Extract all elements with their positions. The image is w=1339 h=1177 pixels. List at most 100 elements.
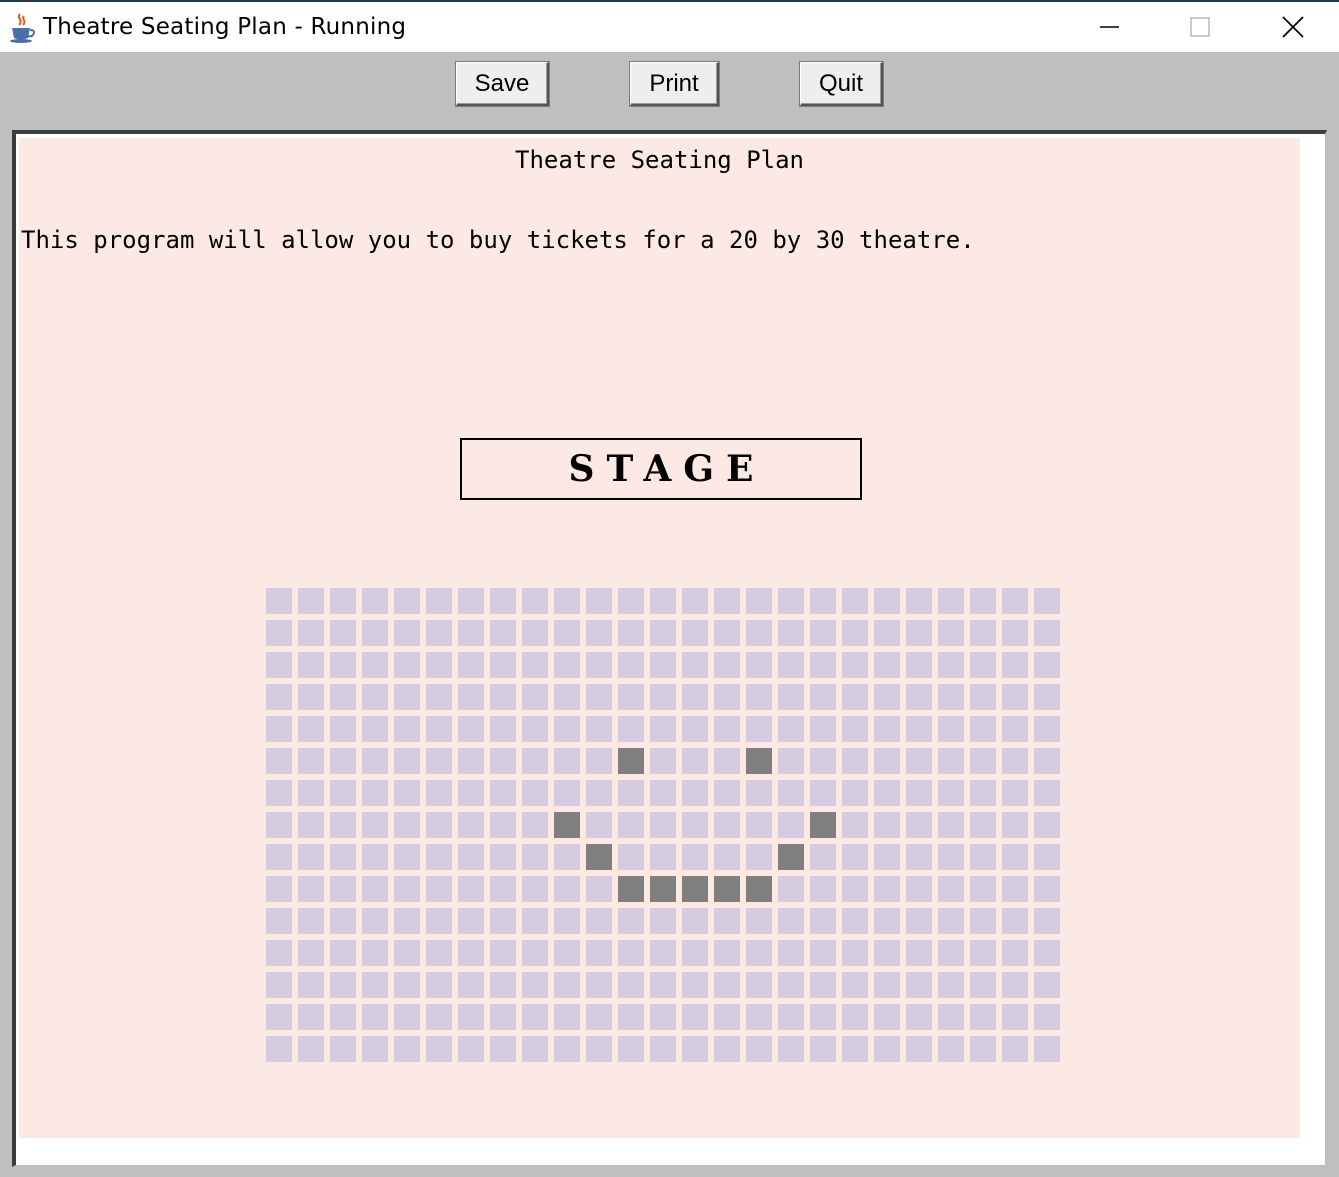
save-button[interactable]: Save [456,62,549,106]
seat-taken[interactable] [650,876,676,902]
seat-available[interactable] [810,716,836,742]
seat-available[interactable] [970,972,996,998]
seat-available[interactable] [746,812,772,838]
seat-available[interactable] [426,652,452,678]
seat-available[interactable] [906,652,932,678]
seat-available[interactable] [810,652,836,678]
seat-available[interactable] [714,812,740,838]
seat-available[interactable] [842,1036,868,1062]
seat-available[interactable] [810,620,836,646]
seat-available[interactable] [394,748,420,774]
seat-available[interactable] [362,780,388,806]
seat-available[interactable] [618,780,644,806]
seat-available[interactable] [394,588,420,614]
seat-taken[interactable] [746,876,772,902]
seat-available[interactable] [394,780,420,806]
seat-available[interactable] [1002,716,1028,742]
seat-available[interactable] [746,908,772,934]
seat-available[interactable] [522,876,548,902]
seat-available[interactable] [298,908,324,934]
seat-available[interactable] [330,812,356,838]
seat-available[interactable] [362,620,388,646]
seat-available[interactable] [810,972,836,998]
seat-available[interactable] [586,620,612,646]
seat-available[interactable] [650,780,676,806]
seat-available[interactable] [330,972,356,998]
seat-available[interactable] [1002,812,1028,838]
seat-available[interactable] [458,620,484,646]
seat-available[interactable] [298,844,324,870]
seat-available[interactable] [682,812,708,838]
seat-available[interactable] [842,876,868,902]
seat-available[interactable] [842,1004,868,1030]
seat-available[interactable] [458,716,484,742]
seat-available[interactable] [970,684,996,710]
seat-available[interactable] [298,748,324,774]
seat-available[interactable] [970,748,996,774]
seat-available[interactable] [266,652,292,678]
seat-available[interactable] [298,780,324,806]
seat-available[interactable] [874,844,900,870]
seat-taken[interactable] [586,844,612,870]
seat-available[interactable] [746,716,772,742]
seat-available[interactable] [586,588,612,614]
seat-available[interactable] [650,812,676,838]
seat-available[interactable] [970,716,996,742]
seat-available[interactable] [650,1004,676,1030]
seat-available[interactable] [842,812,868,838]
seat-available[interactable] [362,844,388,870]
seat-available[interactable] [842,716,868,742]
seat-available[interactable] [714,716,740,742]
seat-available[interactable] [586,1004,612,1030]
seat-available[interactable] [330,652,356,678]
seat-available[interactable] [586,780,612,806]
seat-available[interactable] [650,620,676,646]
seat-available[interactable] [490,652,516,678]
seat-available[interactable] [298,716,324,742]
seat-available[interactable] [554,684,580,710]
seat-available[interactable] [362,1004,388,1030]
seat-available[interactable] [330,620,356,646]
seat-available[interactable] [650,716,676,742]
seat-available[interactable] [266,940,292,966]
seat-available[interactable] [554,1036,580,1062]
seat-available[interactable] [906,812,932,838]
seat-available[interactable] [682,844,708,870]
seat-available[interactable] [970,844,996,870]
seat-available[interactable] [682,972,708,998]
seat-available[interactable] [586,876,612,902]
seat-available[interactable] [266,844,292,870]
seat-available[interactable] [298,1036,324,1062]
seat-available[interactable] [970,812,996,838]
seat-available[interactable] [554,972,580,998]
seat-available[interactable] [714,844,740,870]
seat-available[interactable] [1002,780,1028,806]
seat-taken[interactable] [554,812,580,838]
seat-available[interactable] [266,716,292,742]
seat-available[interactable] [586,748,612,774]
seat-available[interactable] [746,940,772,966]
seat-available[interactable] [490,972,516,998]
seat-available[interactable] [970,1004,996,1030]
seat-available[interactable] [266,1036,292,1062]
seat-available[interactable] [554,780,580,806]
seat-available[interactable] [746,620,772,646]
seat-available[interactable] [266,812,292,838]
seat-available[interactable] [362,812,388,838]
seat-available[interactable] [298,620,324,646]
seat-available[interactable] [778,748,804,774]
seat-taken[interactable] [682,876,708,902]
seat-available[interactable] [490,748,516,774]
seat-available[interactable] [298,812,324,838]
seat-available[interactable] [1034,844,1060,870]
seat-available[interactable] [490,812,516,838]
seat-available[interactable] [714,748,740,774]
seat-available[interactable] [874,908,900,934]
seat-available[interactable] [778,908,804,934]
seat-available[interactable] [906,748,932,774]
close-button[interactable] [1248,2,1338,52]
seat-available[interactable] [522,716,548,742]
seat-available[interactable] [842,940,868,966]
seat-available[interactable] [778,588,804,614]
seat-available[interactable] [554,844,580,870]
